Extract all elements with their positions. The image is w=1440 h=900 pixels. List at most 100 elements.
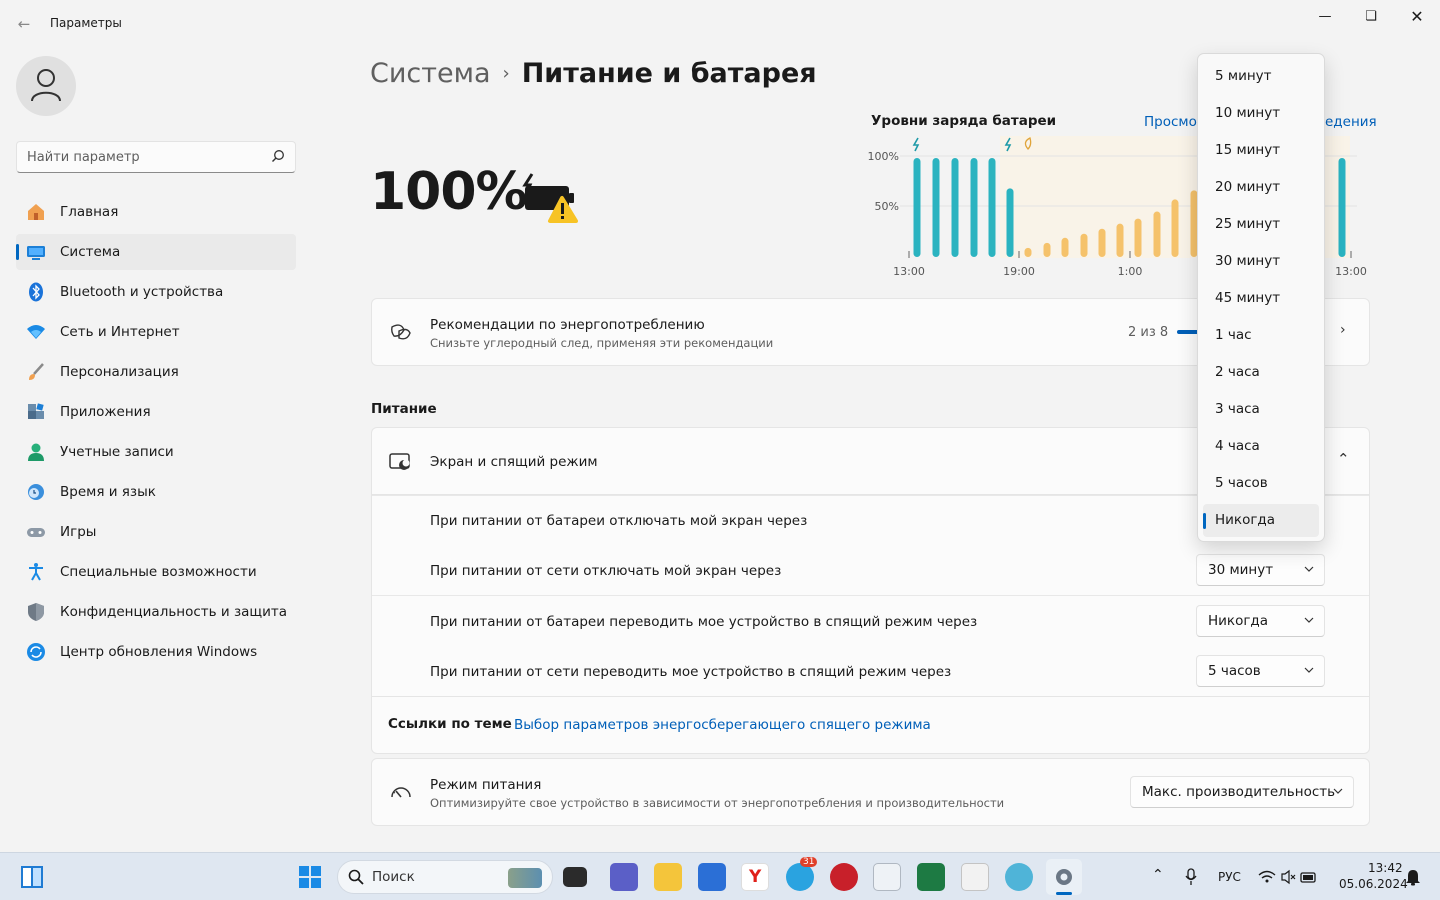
battery-level-bar [1153, 211, 1161, 257]
ac-sleep-label: При питании от сети переводить мое устро… [430, 664, 952, 680]
excel-icon[interactable] [917, 863, 945, 891]
notification-badge: 31 [800, 857, 818, 867]
clock-time[interactable]: 13:42 [1368, 861, 1403, 875]
user-icon [31, 69, 61, 102]
language-indicator[interactable]: РУС [1218, 870, 1241, 884]
dropdown-option[interactable]: 30 минут [1203, 245, 1319, 278]
battery-level-bar [951, 158, 959, 257]
sidebar-item-windows-update[interactable]: Центр обновления Windows [16, 634, 296, 670]
start-icon[interactable] [299, 866, 321, 888]
gear-icon [1056, 869, 1072, 885]
dropdown-option[interactable]: 2 часа [1203, 356, 1319, 389]
sidebar-item-home[interactable]: Главная [16, 194, 296, 230]
teams-icon[interactable] [610, 863, 638, 891]
battery-screen-off-label: При питании от батареи отключать мой экр… [430, 513, 808, 529]
account-icon [28, 443, 44, 461]
telegram-icon[interactable]: 31 [786, 857, 818, 891]
snipping-tool-icon[interactable] [961, 863, 989, 891]
search-highlight-icon [508, 868, 542, 888]
sidebar-item-personalization[interactable]: Персонализация [16, 354, 296, 390]
sidebar-item-privacy[interactable]: Конфиденциальность и защита [16, 594, 296, 630]
back-arrow-icon[interactable]: ← [14, 14, 34, 34]
wifi-volume-battery-icon[interactable] [1258, 869, 1318, 885]
paint-icon[interactable] [1005, 863, 1033, 891]
chevron-down-icon [1304, 566, 1314, 572]
power-section-label: Питание [371, 401, 437, 417]
apps-icon [28, 403, 44, 419]
dropdown-option[interactable]: 1 час [1203, 319, 1319, 352]
minimize-button[interactable]: — [1302, 6, 1348, 28]
sidebar-item-bluetooth[interactable]: Bluetooth и устройства [16, 274, 296, 310]
chevron-up-icon[interactable]: ⌃ [1337, 450, 1350, 468]
recommendations-subtitle: Снизьте углеродный след, применяя эти ре… [430, 336, 774, 350]
battery-level-bar [1080, 233, 1088, 257]
clock-globe-icon [28, 484, 44, 500]
sidebar-item-apps[interactable]: Приложения [16, 394, 296, 430]
accessibility-icon [29, 563, 43, 581]
lightning-icon [912, 137, 920, 152]
battery-level-bar [988, 158, 996, 257]
gamepad-icon [27, 528, 45, 537]
restore-button[interactable]: ❏ [1348, 6, 1394, 28]
settings-taskbar-icon[interactable] [1046, 859, 1082, 895]
recommendations-title: Рекомендации по энергопотреблению [430, 317, 705, 333]
x-tick-1300-end: 13:00 [1335, 265, 1367, 278]
screen-sleep-icon [389, 453, 410, 470]
breadcrumb-separator: › [502, 63, 510, 84]
yandex-browser-icon[interactable]: Y [741, 863, 769, 891]
y-tick-100: 100% [868, 150, 899, 163]
dropdown-option[interactable]: 20 минут [1203, 171, 1319, 204]
dropdown-option[interactable]: 3 часа [1203, 393, 1319, 426]
dropdown-option[interactable]: 45 минут [1203, 282, 1319, 315]
sidebar-item-time-language[interactable]: Время и язык [16, 474, 296, 510]
title-bar: ← Параметры — ❏ ✕ [0, 0, 1440, 48]
sidebar-nav: Главная Система Bluetooth и устройства С… [16, 194, 296, 674]
battery-sleep-select[interactable]: Никогда [1196, 605, 1325, 637]
sidebar-item-network[interactable]: Сеть и Интернет [16, 314, 296, 350]
microphone-icon[interactable] [1184, 868, 1198, 886]
battery-level-bar [1024, 247, 1032, 257]
notepad-icon[interactable] [873, 863, 901, 891]
dropdown-option[interactable]: 25 минут [1203, 208, 1319, 241]
sidebar-item-gaming[interactable]: Игры [16, 514, 296, 550]
sleep-settings-link[interactable]: Выбор параметров энергосберегающего спящ… [514, 717, 931, 733]
dropdown-option[interactable]: 5 часов [1203, 467, 1319, 500]
app-icon[interactable] [830, 863, 858, 891]
sidebar-item-system[interactable]: Система [16, 234, 296, 270]
notification-bell-icon[interactable] [1405, 868, 1421, 886]
breadcrumb-parent[interactable]: Система [370, 58, 491, 89]
window-title: Параметры [50, 16, 122, 30]
leaf-recommendation-icon [391, 324, 411, 340]
ac-screen-off-select[interactable]: 30 минут [1196, 554, 1325, 586]
chevron-down-icon [1333, 788, 1343, 794]
dropdown-option-selected[interactable]: Никогда [1203, 504, 1319, 537]
sidebar-item-accessibility[interactable]: Специальные возможности [16, 554, 296, 590]
ac-sleep-select[interactable]: 5 часов [1196, 655, 1325, 687]
search-input[interactable]: Найти параметр [16, 141, 296, 173]
file-explorer-icon[interactable] [654, 863, 682, 891]
dropdown-option[interactable]: 5 минут [1203, 60, 1319, 93]
x-tick-1300: 13:00 [893, 265, 925, 278]
x-tick-0100: 1:00 [1118, 265, 1143, 278]
sidebar-item-accounts[interactable]: Учетные записи [16, 434, 296, 470]
store-icon[interactable] [698, 863, 726, 891]
dropdown-option[interactable]: 10 минут [1203, 97, 1319, 130]
power-mode-subtitle: Оптимизируйте свое устройство в зависимо… [430, 796, 1005, 810]
battery-level-bar [932, 158, 940, 257]
search-icon [272, 150, 284, 162]
screen-off-dropdown[interactable]: 5 минут 10 минут 15 минут 20 минут 25 ми… [1197, 53, 1325, 542]
taskbar-search[interactable]: Поиск [337, 860, 553, 894]
task-view-icon[interactable] [563, 867, 587, 887]
avatar[interactable] [16, 56, 76, 116]
battery-sleep-label: При питании от батареи переводить мое ус… [430, 614, 978, 630]
widgets-icon[interactable] [20, 865, 44, 889]
chevron-up-tray-icon[interactable]: ⌃ [1152, 867, 1164, 883]
wifi-icon [27, 325, 45, 339]
dropdown-option[interactable]: 15 минут [1203, 134, 1319, 167]
dropdown-option[interactable]: 4 часа [1203, 430, 1319, 463]
page-title: Питание и батарея [521, 58, 817, 89]
power-mode-select[interactable]: Макс. производительность [1130, 776, 1354, 808]
screen-sleep-title: Экран и спящий режим [430, 454, 598, 470]
clock-date[interactable]: 05.06.2024 [1339, 877, 1408, 891]
close-button[interactable]: ✕ [1394, 6, 1440, 28]
